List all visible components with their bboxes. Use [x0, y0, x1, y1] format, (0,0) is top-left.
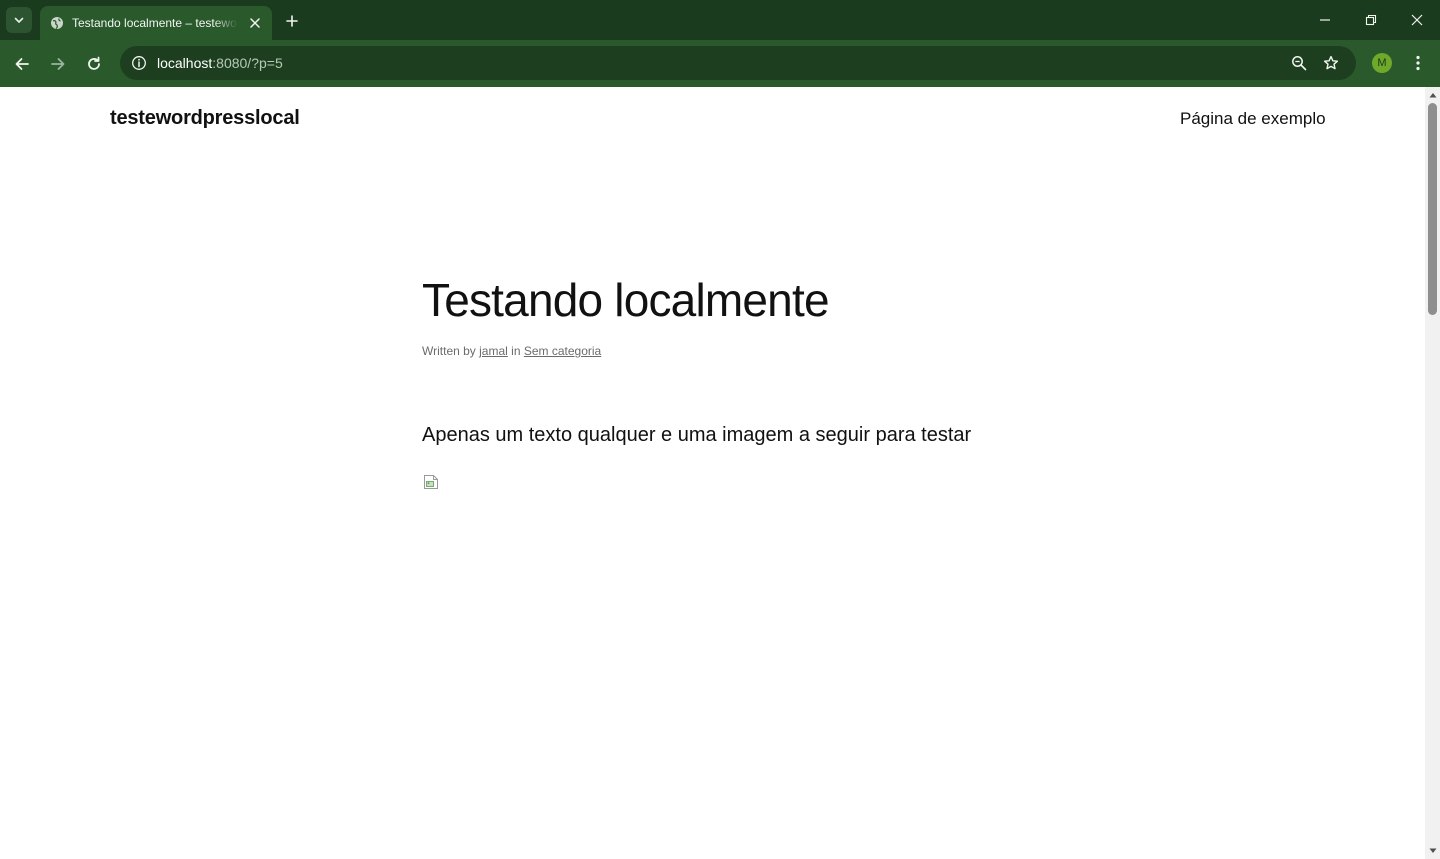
back-button[interactable]	[9, 51, 35, 77]
profile-avatar[interactable]: M	[1372, 53, 1392, 73]
close-icon	[250, 18, 260, 28]
site-title-link[interactable]: testewordpresslocal	[110, 107, 300, 130]
minimize-icon	[1320, 19, 1330, 21]
post-meta-in: in	[511, 344, 521, 358]
forward-arrow-icon	[51, 58, 65, 70]
page-viewport: testewordpresslocal Página de exemplo Te…	[0, 87, 1425, 859]
globe-icon	[50, 16, 64, 30]
url-path: :8080/?p=5	[212, 55, 283, 71]
page-scrollbar[interactable]	[1425, 87, 1440, 859]
tab-title: Testando localmente – testewordpressloca…	[72, 16, 238, 30]
restore-button[interactable]	[1356, 6, 1386, 34]
url-host: localhost	[157, 55, 213, 71]
post-category-link[interactable]: Sem categoria	[524, 344, 601, 358]
new-tab-button[interactable]	[280, 9, 304, 33]
forward-button[interactable]	[45, 51, 71, 77]
browser-tab-bar: Testando localmente – testewordpressloca…	[0, 0, 1440, 40]
info-icon	[132, 56, 146, 70]
site-info-button[interactable]	[128, 52, 150, 74]
browser-toolbar: localhost:8080/?p=5 M	[0, 40, 1440, 87]
plus-icon	[286, 15, 298, 27]
restore-icon	[1365, 14, 1377, 26]
nav-link-sample-page[interactable]: Página de exemplo	[1180, 109, 1326, 129]
url-text: localhost:8080/?p=5	[157, 55, 283, 71]
chevron-down-icon	[14, 17, 24, 23]
scroll-up-button[interactable]	[1425, 88, 1440, 102]
active-tab[interactable]: Testando localmente – testewordpressloca…	[40, 6, 272, 40]
post-author-link[interactable]: jamal	[479, 344, 508, 358]
scroll-down-button[interactable]	[1425, 844, 1440, 858]
minimize-button[interactable]	[1310, 6, 1340, 34]
broken-image-icon	[423, 474, 439, 490]
caret-down-icon	[1429, 848, 1436, 853]
address-bar[interactable]: localhost:8080/?p=5	[120, 46, 1356, 80]
tab-close-button[interactable]	[246, 14, 264, 32]
post-title: Testando localmente	[422, 274, 830, 326]
post-body-text: Apenas um texto qualquer e uma imagem a …	[422, 424, 972, 446]
zoom-button[interactable]	[1288, 52, 1310, 74]
close-icon	[1411, 14, 1423, 26]
scrollbar-thumb[interactable]	[1428, 103, 1437, 315]
post-meta: Written by jamal in Sem categoria	[422, 344, 601, 358]
bookmark-button[interactable]	[1320, 52, 1342, 74]
close-window-button[interactable]	[1402, 6, 1432, 34]
reload-icon	[88, 56, 100, 70]
kebab-menu-icon	[1416, 55, 1420, 71]
reload-button[interactable]	[81, 51, 107, 77]
caret-up-icon	[1429, 93, 1436, 98]
browser-menu-button[interactable]	[1408, 52, 1428, 74]
zoom-icon	[1292, 56, 1307, 71]
tab-search-button[interactable]	[6, 7, 32, 33]
star-icon	[1323, 55, 1339, 70]
post-meta-written-by: Written by	[422, 344, 476, 358]
back-arrow-icon	[15, 58, 29, 70]
